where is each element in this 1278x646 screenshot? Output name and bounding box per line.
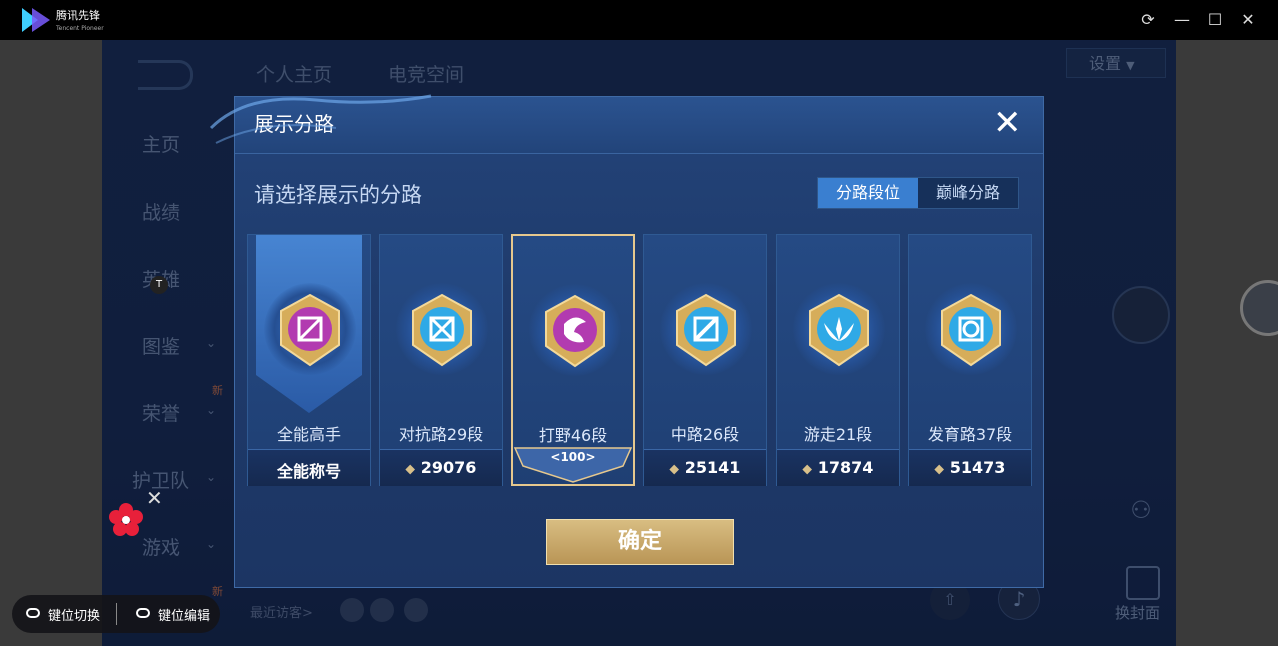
toggle-peak-lane[interactable]: 巅峰分路 (918, 178, 1018, 208)
roam-emblem-icon (809, 293, 869, 367)
tencent-pioneer-logo-icon (22, 8, 50, 32)
lane-rank: 游走21段 (803, 425, 873, 444)
app-name: 腾讯先锋 Tencent Pioneer (56, 9, 104, 32)
score-row: ⬥ 17874 (777, 449, 899, 486)
lane-mode-toggle: 分路段位 巅峰分路 (817, 177, 1019, 209)
mid-lane-emblem-icon (676, 293, 736, 367)
score-row: ⬥ 29076 (380, 449, 502, 486)
lane-score: ⬥ 17874 (802, 458, 874, 477)
key-mapping-bar: 键位切换 键位编辑 (12, 595, 220, 633)
lane-card-mid[interactable]: 中路26段 ⬥ 25141 (643, 234, 767, 486)
rank-arrow-icon: ⬥ (802, 462, 812, 477)
score-row: 全能称号 (248, 449, 370, 486)
title-bar: 腾讯先锋 Tencent Pioneer ⟳ — ☐ ✕ (0, 0, 1278, 40)
close-icon[interactable]: ✕ (146, 486, 163, 510)
maximize-icon[interactable]: ☐ (1205, 10, 1225, 30)
score-row: ⬥ 51473 (909, 449, 1031, 486)
jungle-emblem-icon (545, 294, 605, 368)
lane-rank: 发育路37段 (927, 425, 1013, 444)
t-marker: T (150, 276, 168, 294)
cloud-swirl-decoration (209, 94, 432, 144)
rank-arrow-icon: ⬥ (669, 462, 679, 477)
all-round-emblem-icon (280, 293, 340, 367)
minimize-icon[interactable]: — (1172, 10, 1192, 30)
key-edit-button[interactable]: 键位编辑 (158, 605, 210, 624)
rank-arrow-icon: ⬥ (934, 462, 944, 477)
lane-title: 全能称号 (276, 462, 341, 481)
divider (116, 603, 117, 625)
lane-card-all-round[interactable]: 全能高手 全能称号 (247, 234, 371, 486)
close-icon[interactable]: ✕ (993, 103, 1022, 143)
close-icon[interactable]: ✕ (1238, 10, 1258, 30)
score-row: ⬥ 25141 (644, 449, 766, 486)
display-lane-dialog: 展示分路 ✕ 请选择展示的分路 分路段位 巅峰分路 全能高手 全能称号 对抗路2… (234, 96, 1044, 588)
farm-lane-emblem-icon (941, 293, 1001, 367)
lane-score: ⬥ 51473 (934, 458, 1006, 477)
lane-score: ⬥ 25141 (669, 458, 741, 477)
confirm-button[interactable]: 确定 (546, 519, 734, 565)
left-margin (0, 40, 102, 646)
refresh-icon[interactable]: ⟳ (1138, 10, 1158, 30)
flower-icon[interactable] (108, 502, 144, 538)
toggle-lane-rank[interactable]: 分路段位 (818, 178, 918, 208)
lane-card-jungle[interactable]: 打野46段 <100> (511, 234, 635, 486)
lane-card-clash[interactable]: 对抗路29段 ⬥ 29076 (379, 234, 503, 486)
lane-rank: 打野46段 (538, 426, 608, 445)
lane-card-farm[interactable]: 发育路37段 ⬥ 51473 (908, 234, 1032, 486)
gamepad-icon (136, 608, 150, 618)
lane-rank: 全能高手 (276, 425, 341, 444)
gamepad-icon (26, 608, 40, 618)
lane-score: ⬥ 29076 (405, 458, 477, 477)
lane-rank: 中路26段 (670, 425, 740, 444)
right-margin (1176, 40, 1278, 646)
dialog-prompt: 请选择展示的分路 (254, 183, 422, 207)
key-switch-button[interactable]: 键位切换 (48, 605, 100, 624)
clash-lane-emblem-icon (412, 293, 472, 367)
rank-arrow-icon: ⬥ (405, 462, 415, 477)
lane-card-roam[interactable]: 游走21段 ⬥ 17874 (776, 234, 900, 486)
lane-rank: 对抗路29段 (398, 425, 484, 444)
jungle-level: <100> (550, 450, 596, 464)
